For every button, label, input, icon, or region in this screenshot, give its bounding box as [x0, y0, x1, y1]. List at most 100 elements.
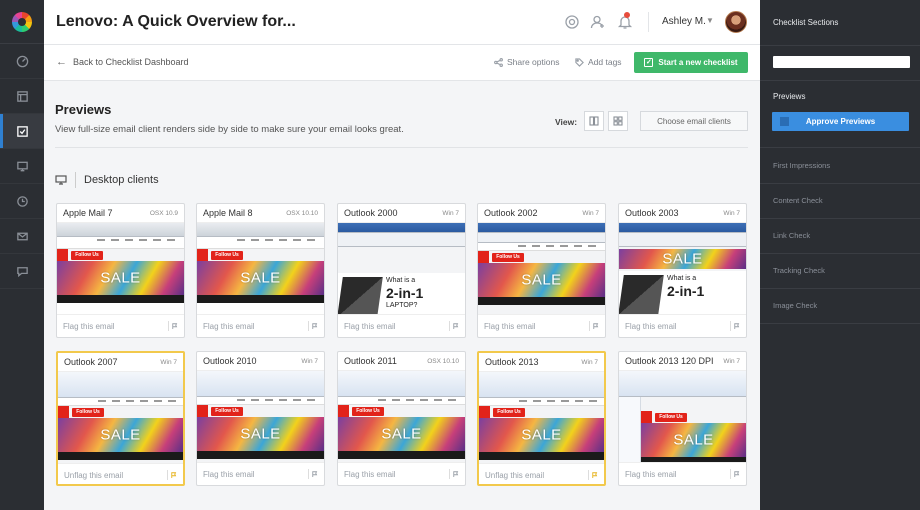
notification-dot: [624, 12, 630, 18]
sidebar-item-tracking-check[interactable]: Tracking Check: [773, 266, 825, 275]
flag-icon[interactable]: [730, 469, 740, 479]
preview-card[interactable]: Outlook 2011 OSX 10.10 Follow Us SALE Fl…: [337, 351, 466, 486]
previews-description: View full-size email client renders side…: [55, 124, 404, 135]
approve-previews-label: Approve Previews: [805, 117, 876, 126]
nav-clock-icon[interactable]: [0, 184, 44, 219]
nav-mail-icon[interactable]: [0, 219, 44, 254]
sale-text: SALE: [521, 426, 562, 444]
flag-email-link[interactable]: Flag this email: [625, 470, 677, 479]
preview-card[interactable]: Outlook 2002 Win 7 Follow Us SALE Flag t…: [477, 203, 606, 338]
flag-icon[interactable]: [588, 470, 598, 480]
chevron-down-icon[interactable]: ▼: [706, 16, 714, 25]
add-user-icon[interactable]: [590, 14, 606, 30]
client-os: Win 7: [723, 209, 740, 217]
preview-card[interactable]: Apple Mail 8 OSX 10.10 Follow Us SALE Fl…: [196, 203, 325, 338]
choose-email-clients-button[interactable]: Choose email clients: [640, 111, 748, 131]
flag-icon[interactable]: [308, 469, 318, 479]
sale-text: SALE: [662, 250, 703, 268]
flag-email-link[interactable]: Flag this email: [344, 322, 396, 331]
promo-strip: [58, 452, 183, 460]
window-ribbon: [479, 372, 604, 398]
preview-card[interactable]: Apple Mail 7 OSX 10.9 Follow Us SALE Fla…: [56, 203, 185, 338]
flag-email-link[interactable]: Unflag this email: [64, 471, 123, 480]
user-name[interactable]: Ashley M.: [662, 16, 706, 27]
flag-icon[interactable]: [589, 321, 599, 331]
avatar[interactable]: [725, 11, 747, 33]
email-render-thumbnail[interactable]: Follow Us SALE: [479, 372, 604, 463]
email-render-thumbnail[interactable]: Follow Us SALE: [57, 223, 184, 314]
sidebar-divider: [760, 218, 920, 219]
flag-email-link[interactable]: Flag this email: [203, 322, 255, 331]
view-side-by-side-button[interactable]: [584, 111, 604, 131]
help-icon[interactable]: [564, 14, 580, 30]
window-ribbon: [58, 372, 183, 398]
follow-us-badge: Follow Us: [352, 407, 384, 416]
back-link-label: Back to Checklist Dashboard: [73, 57, 189, 67]
sale-banner: SALE: [338, 417, 465, 451]
card-footer: Flag this email: [619, 314, 746, 337]
client-os: Win 7: [301, 357, 318, 365]
preview-card[interactable]: Outlook 2010 Win 7 Follow Us SALE Flag t…: [196, 351, 325, 486]
add-tags-button[interactable]: Add tags: [575, 57, 622, 67]
flag-email-link[interactable]: Flag this email: [344, 470, 396, 479]
approve-previews-button[interactable]: Approve Previews: [772, 112, 909, 131]
sidebar-item-link-check[interactable]: Link Check: [773, 231, 810, 240]
sale-banner: SALE: [58, 418, 183, 452]
sidebar-item-previews[interactable]: Previews: [773, 92, 805, 101]
view-grid-button[interactable]: [608, 111, 628, 131]
share-options-button[interactable]: Share options: [494, 57, 559, 67]
nav-layout-icon[interactable]: [0, 79, 44, 114]
flag-icon[interactable]: [449, 469, 459, 479]
nav-chat-icon[interactable]: [0, 254, 44, 289]
flag-icon[interactable]: [449, 321, 459, 331]
flag-email-link[interactable]: Flag this email: [484, 322, 536, 331]
flag-email-link[interactable]: Unflag this email: [485, 471, 544, 480]
flag-icon[interactable]: [730, 321, 740, 331]
promo-line-3: LAPTOP?: [386, 302, 418, 309]
sidebar-search-input[interactable]: [773, 56, 910, 68]
email-render-thumbnail[interactable]: Follow Us SALE: [197, 223, 324, 314]
card-header: Outlook 2007 Win 7: [58, 353, 183, 372]
flag-icon[interactable]: [167, 470, 177, 480]
flag-email-link[interactable]: Flag this email: [625, 322, 677, 331]
follow-us-badge: Follow Us: [655, 413, 687, 422]
flag-icon[interactable]: [168, 321, 178, 331]
email-render-thumbnail[interactable]: Follow Us SALE: [338, 371, 465, 462]
email-render-thumbnail[interactable]: Follow Us SALE: [619, 371, 746, 462]
email-render-thumbnail[interactable]: Follow Us SALE: [58, 372, 183, 463]
start-new-checklist-button[interactable]: ✓ Start a new checklist: [634, 52, 748, 73]
sidebar-divider: [760, 80, 920, 81]
sidebar-item-first-impressions[interactable]: First Impressions: [773, 161, 830, 170]
flag-email-link[interactable]: Flag this email: [203, 470, 255, 479]
preview-card[interactable]: Outlook 2013 Win 7 Follow Us SALE Unflag…: [477, 351, 606, 486]
card-footer: Unflag this email: [58, 463, 183, 484]
flag-icon[interactable]: [308, 321, 318, 331]
email-render-thumbnail[interactable]: What is a 2-in-1 LAPTOP?: [338, 223, 465, 314]
client-os: OSX 10.10: [427, 357, 459, 365]
sale-text: SALE: [100, 269, 141, 287]
back-link[interactable]: ← Back to Checklist Dashboard: [56, 56, 189, 68]
card-header: Apple Mail 7 OSX 10.9: [57, 204, 184, 223]
sidebar-item-image-check[interactable]: Image Check: [773, 301, 817, 310]
email-render-thumbnail[interactable]: Follow Us SALE: [478, 223, 605, 314]
nav-checklist-icon[interactable]: [0, 114, 44, 149]
window-ribbon: [197, 371, 324, 397]
client-name: Outlook 2002: [484, 208, 538, 218]
window-titlebar: [197, 223, 324, 237]
preview-card[interactable]: Outlook 2013 120 DPI Win 7 Follow Us SAL…: [618, 351, 747, 486]
sale-banner: SALE: [641, 423, 746, 457]
card-header: Outlook 2013 Win 7: [479, 353, 604, 372]
card-footer: Flag this email: [338, 314, 465, 337]
preview-card[interactable]: Outlook 2007 Win 7 Follow Us SALE Unflag…: [56, 351, 185, 486]
preview-card[interactable]: Outlook 2003 Win 7 SALE What is a 2-in-1…: [618, 203, 747, 338]
flag-email-link[interactable]: Flag this email: [63, 322, 115, 331]
nav-analytics-icon[interactable]: [0, 44, 44, 79]
nav-monitor-icon[interactable]: [0, 149, 44, 184]
sidebar-item-content-check[interactable]: Content Check: [773, 196, 823, 205]
follow-us-badge: Follow Us: [492, 253, 524, 262]
start-new-checklist-label: Start a new checklist: [658, 58, 738, 67]
preview-card[interactable]: Outlook 2000 Win 7 What is a 2-in-1 LAPT…: [337, 203, 466, 338]
app-logo[interactable]: [0, 0, 44, 44]
email-render-thumbnail[interactable]: SALE What is a 2-in-1: [619, 223, 746, 314]
email-render-thumbnail[interactable]: Follow Us SALE: [197, 371, 324, 462]
